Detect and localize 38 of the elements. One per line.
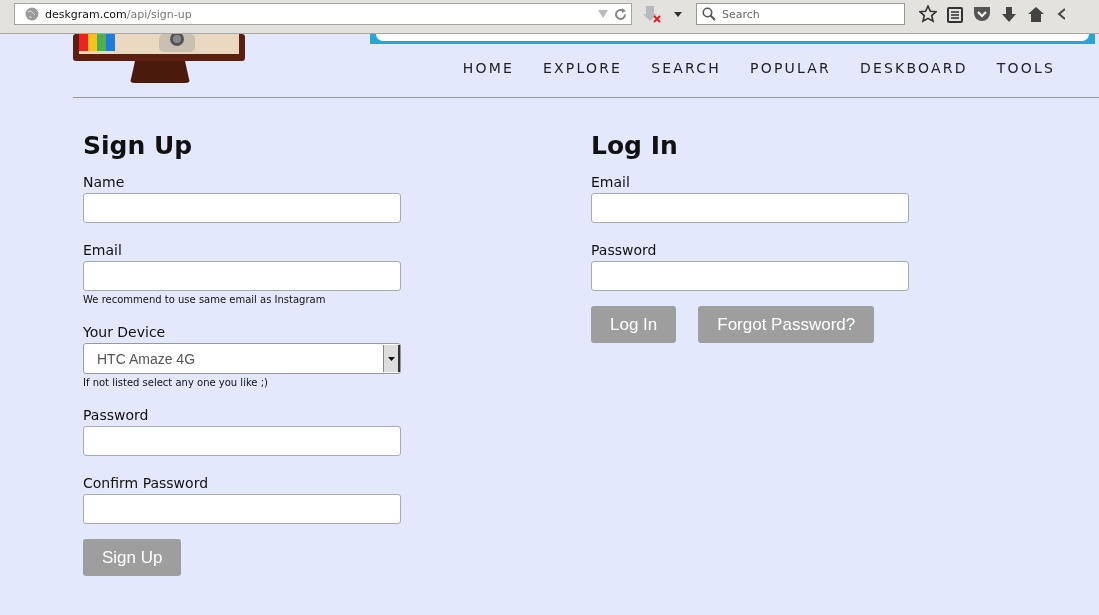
input-field[interactable] [83,261,401,291]
blocked-icon[interactable] [642,4,664,24]
nav-link[interactable]: TOOLS [996,60,1055,76]
input-field[interactable] [83,494,401,524]
pocket-icon[interactable] [973,6,991,22]
field-label: Password [83,407,150,423]
nav-link[interactable]: SEARCH [651,60,721,76]
home-icon[interactable] [1027,5,1045,23]
download-icon[interactable] [1001,5,1017,23]
field-label: Name [83,174,126,190]
form-heading: Sign Up [83,131,194,160]
field-label: Email [591,174,631,190]
nav-link[interactable]: DESKBOARD [860,60,968,76]
caret-icon[interactable] [674,11,682,17]
input-field[interactable] [83,193,401,223]
search-field[interactable]: Search [696,3,905,25]
star-icon[interactable] [919,5,937,23]
field-label: Your Device [83,324,167,340]
input-field[interactable] [591,261,909,291]
field-label: Confirm Password [83,475,210,491]
hint-text: We recommend to use same email as Instagram [83,294,327,305]
monitor-logo-drawing[interactable] [73,34,245,83]
form-heading: Log In [591,131,679,160]
input-field[interactable] [591,193,909,223]
field-label: Email [83,242,123,258]
input-field[interactable] [83,426,401,456]
nav-link[interactable]: EXPLORE [543,60,623,76]
chevron-icon[interactable] [1057,7,1065,21]
device-dropdown[interactable]: HTC Amaze 4G [83,343,401,374]
reload-icon[interactable] [614,7,627,21]
address-bar[interactable]: deskgram.com/api/sign-up [14,3,632,25]
nav-link[interactable]: HOME [462,60,514,76]
caret-icon[interactable] [387,356,395,361]
nav-link[interactable]: POPULAR [750,60,831,76]
field-label: Password [591,242,658,258]
url-text: deskgram.com/api/sign-up [45,7,192,21]
hint-text: If not listed select any one you like ;) [83,377,269,388]
clipboard-icon[interactable] [947,5,963,23]
